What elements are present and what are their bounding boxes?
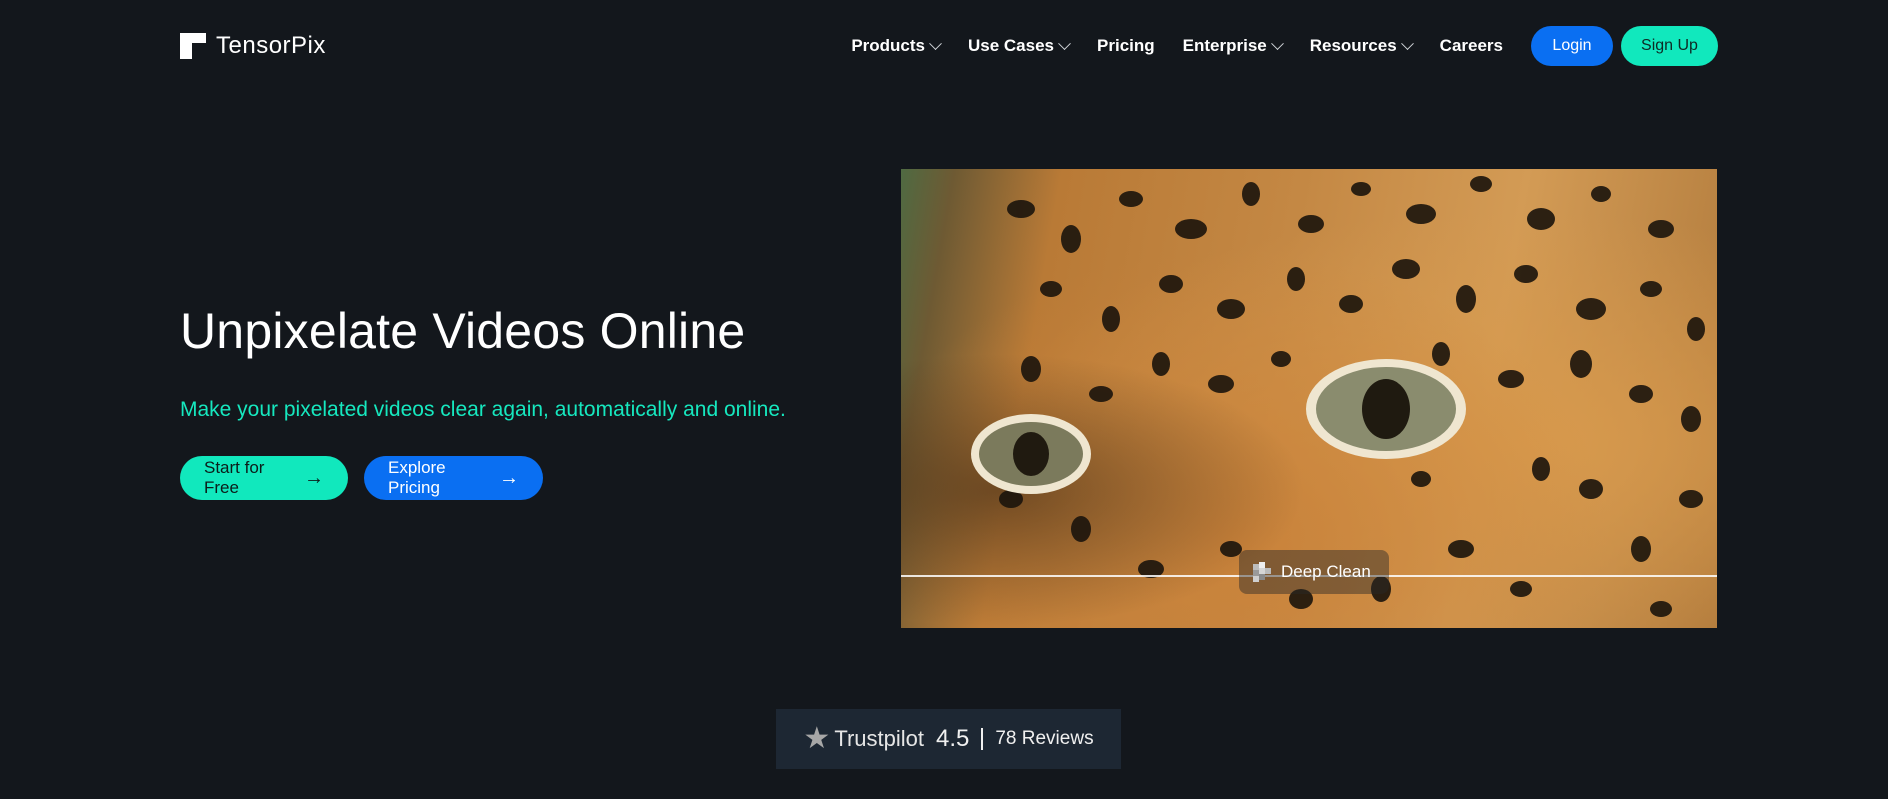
- nav-item-label: Careers: [1439, 36, 1503, 55]
- trustpilot-brand: ★ Trustpilot: [803, 724, 924, 754]
- compare-badge-label: Deep Clean: [1281, 562, 1371, 581]
- nav-item-label: Use Cases: [968, 36, 1055, 55]
- nav-item-label: Pricing: [1097, 36, 1155, 55]
- before-after-comparison[interactable]: Deep Clean: [901, 169, 1717, 628]
- hero-title: Unpixelate Videos Online: [180, 303, 746, 359]
- pixel-icon: [1253, 562, 1271, 582]
- chevron-down-icon: [1058, 36, 1071, 50]
- nav-item-enterprise[interactable]: Enterprise: [1182, 36, 1284, 56]
- chevron-down-icon: [929, 36, 942, 50]
- explore-pricing-label: Explore Pricing: [388, 458, 446, 497]
- main-nav: Products Use Cases Pricing Enterprise Re…: [851, 36, 1503, 56]
- login-button[interactable]: Login: [1531, 26, 1613, 66]
- nav-item-label: Enterprise: [1182, 36, 1267, 55]
- site-header: TensorPix Products Use Cases Pricing Ent…: [180, 0, 1718, 92]
- trustpilot-badge[interactable]: ★ Trustpilot 4.5 78 Reviews: [776, 709, 1121, 769]
- nav-item-resources[interactable]: Resources: [1309, 36, 1414, 56]
- chevron-down-icon: [1400, 36, 1414, 50]
- compare-handle[interactable]: Deep Clean: [1239, 550, 1389, 594]
- nav-item-label: Products: [851, 36, 925, 55]
- start-free-button[interactable]: Start for Free →: [180, 456, 348, 500]
- brand-name: TensorPix: [216, 32, 326, 59]
- signup-button[interactable]: Sign Up: [1621, 26, 1718, 66]
- trustpilot-rating: 4.5: [935, 725, 970, 752]
- start-free-label: Start for Free: [204, 458, 265, 497]
- nav-item-careers[interactable]: Careers: [1440, 36, 1503, 56]
- nav-item-use-cases[interactable]: Use Cases: [968, 36, 1071, 56]
- explore-pricing-button[interactable]: Explore Pricing →: [364, 456, 543, 500]
- brand-logo[interactable]: TensorPix: [180, 32, 326, 60]
- arrow-right-icon: →: [304, 467, 324, 489]
- nav-item-label: Resources: [1309, 36, 1397, 55]
- arrow-right-icon: →: [499, 467, 519, 489]
- trustpilot-reviews: 78 Reviews: [995, 728, 1094, 749]
- cta-row: Start for Free → Explore Pricing →: [180, 456, 543, 500]
- page: TensorPix Products Use Cases Pricing Ent…: [0, 0, 1888, 799]
- hero-subtitle: Make your pixelated videos clear again, …: [180, 398, 786, 421]
- tensorpix-logo-icon: [180, 33, 206, 59]
- nav-item-pricing[interactable]: Pricing: [1097, 36, 1155, 56]
- chevron-down-icon: [1270, 36, 1284, 50]
- nav-item-products[interactable]: Products: [851, 36, 942, 56]
- star-icon: ★: [803, 722, 831, 755]
- trustpilot-name: Trustpilot: [834, 726, 924, 751]
- divider: [981, 728, 984, 750]
